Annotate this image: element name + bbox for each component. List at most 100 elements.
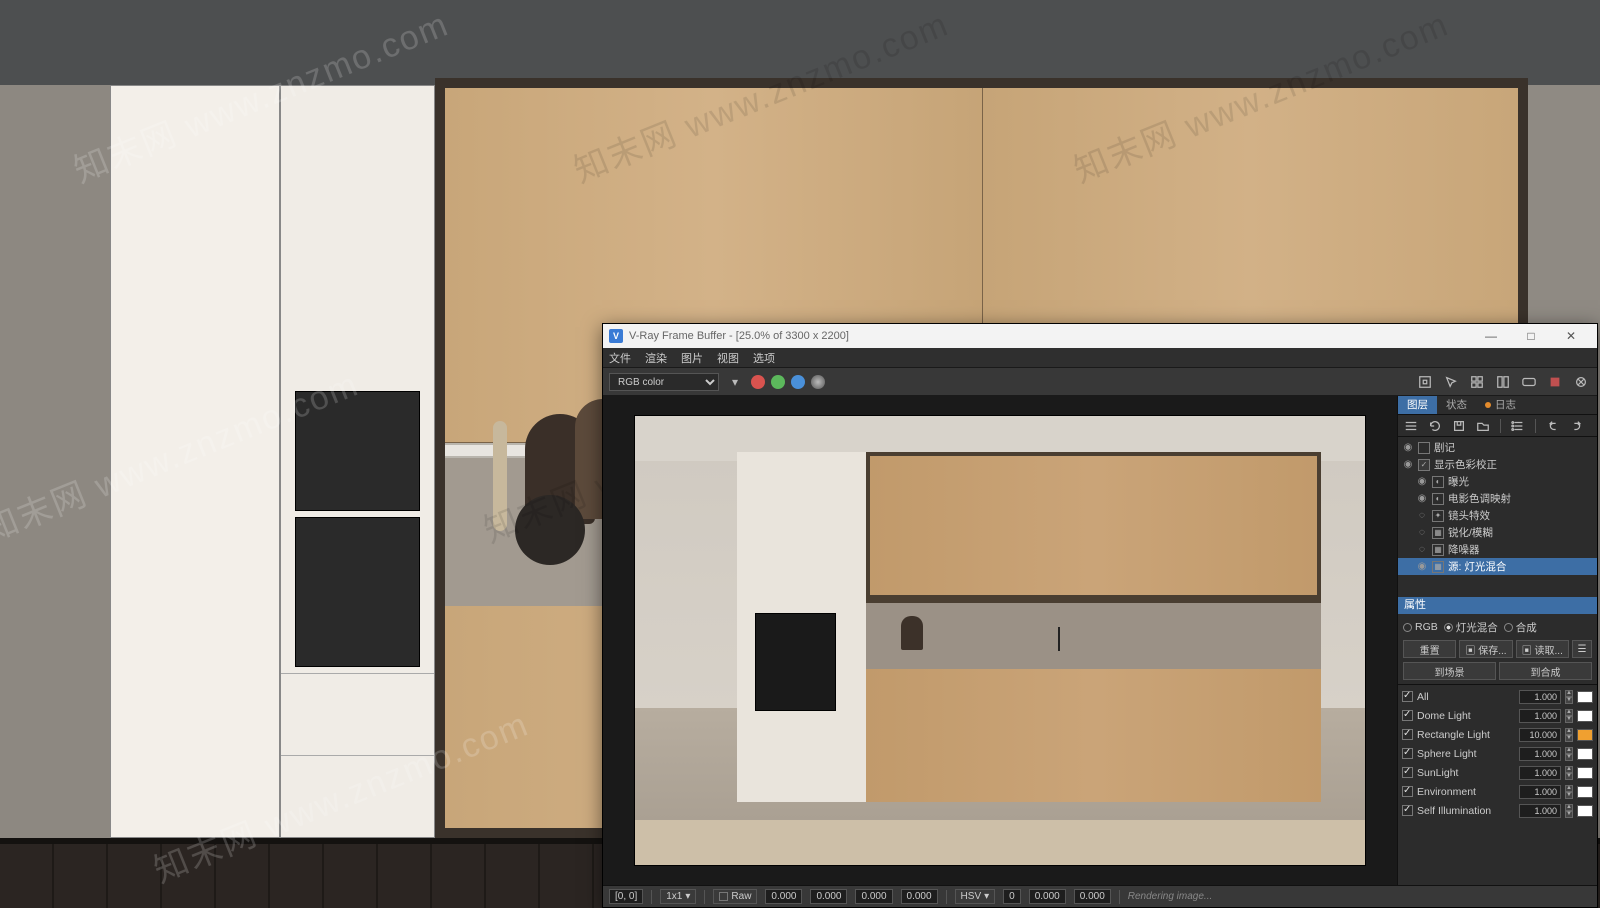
visibility-eye-icon[interactable]: ◉ (1416, 561, 1428, 573)
visibility-eye-icon[interactable]: ◌ (1416, 544, 1428, 556)
light-row[interactable]: Sphere Light 1.000 ▲▼ (1398, 744, 1597, 763)
channel-select[interactable]: RGB color (609, 373, 719, 391)
spinner[interactable]: ▲▼ (1565, 690, 1573, 704)
new-layer-icon[interactable] (1402, 417, 1420, 435)
reset-button[interactable]: 重置 (1403, 640, 1456, 658)
render-icon[interactable] (1571, 372, 1591, 392)
light-intensity-input[interactable]: 1.000 (1519, 804, 1561, 818)
tree-row[interactable]: ◉ ✓ 显示色彩校正 (1398, 456, 1597, 473)
window-titlebar[interactable]: V V-Ray Frame Buffer - [25.0% of 3300 x … (603, 324, 1597, 348)
light-row[interactable]: Dome Light 1.000 ▲▼ (1398, 706, 1597, 725)
light-color-swatch[interactable] (1577, 748, 1593, 760)
tree-row[interactable]: ◌ ▦ 降噪器 (1398, 541, 1597, 558)
menu-options[interactable]: 选项 (753, 350, 775, 366)
stop-render-icon[interactable] (1545, 372, 1565, 392)
reset-cc-icon[interactable] (1426, 417, 1444, 435)
tree-label: 剧记 (1434, 440, 1593, 455)
light-color-swatch[interactable] (1577, 710, 1593, 722)
menu-render[interactable]: 渲染 (645, 350, 667, 366)
light-intensity-input[interactable]: 1.000 (1519, 709, 1561, 723)
channel-dropdown-icon[interactable]: ▾ (725, 372, 745, 392)
menu-view[interactable]: 视图 (717, 350, 739, 366)
zoom-ratio[interactable]: 1x1▾ (660, 889, 696, 904)
window-close-button[interactable]: ✕ (1551, 324, 1591, 348)
visibility-eye-icon[interactable]: ◌ (1416, 527, 1428, 539)
light-row[interactable]: Self Illumination 1.000 ▲▼ (1398, 801, 1597, 820)
render-viewport[interactable] (603, 396, 1397, 885)
hsv-toggle[interactable]: HSV▾ (955, 889, 996, 904)
load-cc-icon[interactable] (1474, 417, 1492, 435)
window-maximize-button[interactable]: □ (1511, 324, 1551, 348)
pick-pixel-icon[interactable] (1467, 372, 1487, 392)
green-channel-button[interactable] (771, 375, 785, 389)
light-intensity-input[interactable]: 1.000 (1519, 766, 1561, 780)
light-color-swatch[interactable] (1577, 786, 1593, 798)
spinner[interactable]: ▲▼ (1565, 766, 1573, 780)
tab-layers[interactable]: 图层 (1398, 396, 1437, 414)
light-row[interactable]: Environment 1.000 ▲▼ (1398, 782, 1597, 801)
light-color-swatch[interactable] (1577, 729, 1593, 741)
tab-log[interactable]: 日志 (1476, 396, 1525, 414)
light-enable-checkbox[interactable] (1402, 748, 1413, 759)
save-cc-icon[interactable] (1450, 417, 1468, 435)
light-row[interactable]: All 1.000 ▲▼ (1398, 687, 1597, 706)
to-scene-button[interactable]: 到场景 (1403, 662, 1496, 680)
visibility-eye-icon[interactable]: ◉ (1402, 442, 1414, 454)
compare-icon[interactable] (1493, 372, 1513, 392)
tree-row[interactable]: ◉ ◐ 电影色调映射 (1398, 490, 1597, 507)
undo-icon[interactable] (1544, 417, 1562, 435)
light-row[interactable]: Rectangle Light 10.000 ▲▼ (1398, 725, 1597, 744)
load-preset-button[interactable]: ▣ 读取... (1516, 640, 1569, 658)
light-enable-checkbox[interactable] (1402, 729, 1413, 740)
spinner[interactable]: ▲▼ (1565, 728, 1573, 742)
spinner[interactable]: ▲▼ (1565, 747, 1573, 761)
link-viewport-icon[interactable] (1519, 372, 1539, 392)
light-mix-list[interactable]: All 1.000 ▲▼ Dome Light 1.000 ▲▼ Rectang… (1398, 684, 1597, 885)
source-radio[interactable]: RGB (1403, 621, 1438, 633)
light-color-swatch[interactable] (1577, 691, 1593, 703)
light-intensity-input[interactable]: 1.000 (1519, 747, 1561, 761)
spinner[interactable]: ▲▼ (1565, 804, 1573, 818)
light-color-swatch[interactable] (1577, 767, 1593, 779)
to-composite-button[interactable]: 到合成 (1499, 662, 1592, 680)
light-enable-checkbox[interactable] (1402, 805, 1413, 816)
tree-row[interactable]: ◌ ✦ 镜头特效 (1398, 507, 1597, 524)
redo-icon[interactable] (1568, 417, 1586, 435)
tree-row[interactable]: ◌ ▦ 锐化/模糊 (1398, 524, 1597, 541)
tree-row[interactable]: ◉ ◐ 曝光 (1398, 473, 1597, 490)
light-intensity-input[interactable]: 10.000 (1519, 728, 1561, 742)
spinner[interactable]: ▲▼ (1565, 709, 1573, 723)
visibility-eye-icon[interactable]: ◉ (1402, 459, 1414, 471)
tree-row[interactable]: ◉ 剧记 (1398, 439, 1597, 456)
vray-frame-buffer-window[interactable]: V V-Ray Frame Buffer - [25.0% of 3300 x … (602, 323, 1598, 908)
light-intensity-input[interactable]: 1.000 (1519, 785, 1561, 799)
light-row[interactable]: SunLight 1.000 ▲▼ (1398, 763, 1597, 782)
track-mouse-icon[interactable] (1441, 372, 1461, 392)
light-intensity-input[interactable]: 1.000 (1519, 690, 1561, 704)
window-minimize-button[interactable]: — (1471, 324, 1511, 348)
menu-image[interactable]: 图片 (681, 350, 703, 366)
menu-file[interactable]: 文件 (609, 350, 631, 366)
region-render-icon[interactable] (1415, 372, 1435, 392)
red-channel-button[interactable] (751, 375, 765, 389)
source-radio[interactable]: 灯光混合 (1444, 620, 1498, 635)
tab-state[interactable]: 状态 (1437, 396, 1476, 414)
light-enable-checkbox[interactable] (1402, 786, 1413, 797)
corrections-tree[interactable]: ◉ 剧记◉ ✓ 显示色彩校正◉ ◐ 曝光◉ ◐ 电影色调映射◌ ✦ 镜头特效◌ … (1398, 437, 1597, 597)
tree-row[interactable]: ◉ ▦ 源: 灯光混合 (1398, 558, 1597, 575)
spinner[interactable]: ▲▼ (1565, 785, 1573, 799)
save-preset-button[interactable]: ▣ 保存... (1459, 640, 1512, 658)
mono-channel-button[interactable] (811, 375, 825, 389)
list-view-icon[interactable] (1509, 417, 1527, 435)
light-enable-checkbox[interactable] (1402, 691, 1413, 702)
preset-more-icon[interactable]: ☰ (1572, 640, 1592, 658)
source-radio[interactable]: 合成 (1504, 620, 1537, 635)
light-color-swatch[interactable] (1577, 805, 1593, 817)
raw-toggle[interactable]: Raw (713, 889, 757, 904)
light-enable-checkbox[interactable] (1402, 767, 1413, 778)
light-enable-checkbox[interactable] (1402, 710, 1413, 721)
visibility-eye-icon[interactable]: ◉ (1416, 493, 1428, 505)
visibility-eye-icon[interactable]: ◉ (1416, 476, 1428, 488)
visibility-eye-icon[interactable]: ◌ (1416, 510, 1428, 522)
blue-channel-button[interactable] (791, 375, 805, 389)
